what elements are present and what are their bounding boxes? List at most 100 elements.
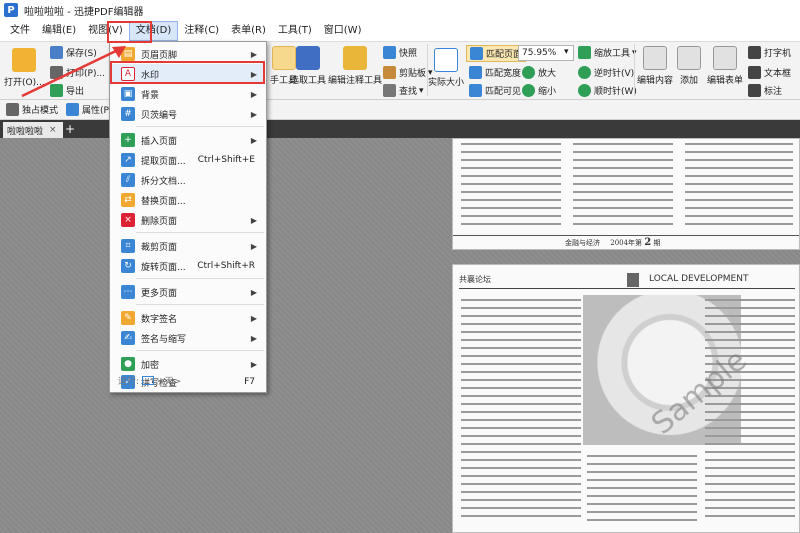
menu-item-label: 更多页面: [141, 288, 178, 299]
menu-comment[interactable]: 注释(C): [178, 21, 225, 41]
menu-sign-initials[interactable]: ✍ 签名与缩写 ▶: [111, 328, 265, 348]
extract-page-icon: ↗: [121, 153, 135, 167]
signature-icon: ✎: [121, 311, 135, 325]
menu-shortcut: Ctrl+Shift+R: [197, 261, 255, 271]
rotate-ccw-button[interactable]: 逆时针(V): [578, 66, 634, 79]
edit-form-button[interactable]: 编辑表单: [707, 46, 743, 86]
new-tab-button[interactable]: +: [64, 122, 76, 136]
select-tool-button[interactable]: 选取工具: [290, 46, 326, 86]
clipboard-label: 剪贴板: [399, 69, 427, 79]
menu-divider: [136, 126, 264, 127]
edit-content-button[interactable]: 编辑内容: [637, 46, 673, 86]
menu-insert-page[interactable]: + 插入页面 ▶: [111, 130, 265, 150]
run-value[interactable]: <无>: [157, 374, 181, 387]
menu-replace-pages[interactable]: ⇄ 替换页面...: [111, 190, 265, 210]
text-select-icon: [296, 46, 320, 70]
callout-button[interactable]: 标注: [748, 84, 782, 97]
footer-suffix: 期: [653, 239, 661, 247]
menu-window[interactable]: 窗口(W): [318, 21, 368, 41]
open-button[interactable]: 打开(O)...: [4, 48, 45, 88]
zoom-tool-button[interactable]: 缩放工具 ▾: [578, 46, 637, 59]
fit-visible-label: 匹配可见: [485, 87, 522, 97]
menu-form[interactable]: 表单(R): [225, 21, 272, 41]
page-text-column: [685, 143, 793, 231]
mode-icon: [6, 103, 19, 116]
rotate-cw-button[interactable]: 顺时针(W): [578, 84, 637, 97]
snapshot-button[interactable]: 快照: [383, 46, 417, 59]
chevron-down-icon: ▾: [419, 85, 424, 96]
pdf-page-main: 共襄论坛 LOCAL DEVELOPMENT Sample: [452, 264, 800, 533]
menu-encrypt[interactable]: ● 加密 ▶: [111, 354, 265, 374]
zoom-out-icon: [522, 84, 535, 97]
background-icon: ▣: [121, 87, 135, 101]
exclusive-mode-button[interactable]: 独占模式: [6, 103, 58, 116]
zoom-dropdown-chevron-icon[interactable]: ▾: [564, 47, 569, 57]
menu-item-label: 页眉页脚: [141, 50, 178, 61]
menu-delete-pages[interactable]: × 删除页面 ▶: [111, 210, 265, 230]
edit-annot-tool-button[interactable]: 编辑注释工具: [328, 46, 382, 86]
menu-background[interactable]: ▣ 背景 ▶: [111, 84, 265, 104]
properties-icon: [66, 103, 79, 116]
camera-icon: [383, 46, 396, 59]
typewriter-button[interactable]: 打字机: [748, 46, 791, 59]
menu-split-document[interactable]: ⫽ 拆分文档...: [111, 170, 265, 190]
actual-size-label: 实际大小: [428, 78, 465, 88]
menu-bates-numbering[interactable]: # 贝茨编号 ▶: [111, 104, 265, 124]
sign-initials-icon: ✍: [121, 331, 135, 345]
more-pages-icon: ⋯: [121, 285, 135, 299]
chevron-right-icon: ▶: [250, 49, 257, 59]
menu-digital-signature[interactable]: ✎ 数字签名 ▶: [111, 308, 265, 328]
insert-page-icon: +: [121, 133, 135, 147]
menu-rotate-pages[interactable]: ↻ 旋转页面... Ctrl+Shift+R: [111, 256, 265, 276]
find-button[interactable]: 查找 ▾: [383, 84, 424, 97]
menu-shortcut: Ctrl+Shift+E: [197, 155, 255, 165]
print-button[interactable]: 打印(P)...: [50, 66, 105, 79]
find-label: 查找: [399, 87, 418, 97]
ribbon-divider: [634, 44, 635, 96]
menu-extract-pages[interactable]: ↗ 提取页面... Ctrl+Shift+E: [111, 150, 265, 170]
save-icon: [50, 46, 63, 59]
section-title-cn: 共襄论坛: [459, 275, 491, 284]
zoom-out-button[interactable]: 缩小: [522, 84, 556, 97]
page-text-column: [705, 299, 795, 523]
crop-icon: ⌗: [121, 239, 135, 253]
fit-width-button[interactable]: 匹配宽度: [469, 66, 521, 79]
edit-annot-label: 编辑注释工具: [328, 76, 383, 86]
menu-more-pages[interactable]: ⋯ 更多页面 ▶: [111, 282, 265, 302]
clipboard-button[interactable]: 剪贴板 ▾: [383, 66, 433, 79]
search-icon: [383, 84, 396, 97]
actual-size-icon: [434, 48, 458, 72]
rotate-right-icon: [578, 84, 591, 97]
title-bar: P 啦啦啦啦 - 迅捷PDF编辑器: [0, 0, 800, 20]
chevron-right-icon: ▶: [250, 359, 257, 369]
edit-form-label: 编辑表单: [707, 76, 744, 86]
fit-page-button[interactable]: 匹配页面: [466, 45, 527, 62]
page-footer: 金融与经济 2004年第 2 期: [565, 237, 661, 249]
rotate-left-icon: [578, 66, 591, 79]
fit-visible-button[interactable]: 匹配可见: [469, 84, 521, 97]
callout-label: 标注: [764, 87, 783, 97]
zoom-in-button[interactable]: 放大: [522, 66, 556, 79]
rotate-cw-label: 顺时针(W): [594, 87, 637, 97]
menu-crop-pages[interactable]: ⌗ 裁剪页面 ▶: [111, 236, 265, 256]
text-box-button[interactable]: 文本框: [748, 66, 791, 79]
save-button[interactable]: 保存(S): [50, 46, 97, 59]
export-label: 导出: [66, 87, 85, 97]
replace-page-icon: ⇄: [121, 193, 135, 207]
add-button[interactable]: 添加: [677, 46, 701, 86]
footer-journal: 金融与经济: [565, 239, 600, 247]
edit-content-label: 编辑内容: [637, 76, 674, 86]
actual-size-button[interactable]: 实际大小: [428, 48, 464, 88]
page-text-column: [461, 143, 561, 231]
form-icon: [713, 46, 737, 70]
menu-file[interactable]: 文件: [4, 21, 36, 41]
rotate-page-icon: ↻: [121, 259, 135, 273]
annotation-box-watermark: [110, 61, 265, 84]
close-icon[interactable]: ×: [49, 125, 57, 135]
document-tab[interactable]: 啦啦啦啦 ×: [3, 122, 63, 138]
menu-edit[interactable]: 编辑(E): [36, 21, 82, 41]
menu-item-label: 背景: [141, 90, 160, 101]
chevron-right-icon: ▶: [250, 241, 257, 251]
menu-tools[interactable]: 工具(T): [272, 21, 318, 41]
export-button[interactable]: 导出: [50, 84, 84, 97]
